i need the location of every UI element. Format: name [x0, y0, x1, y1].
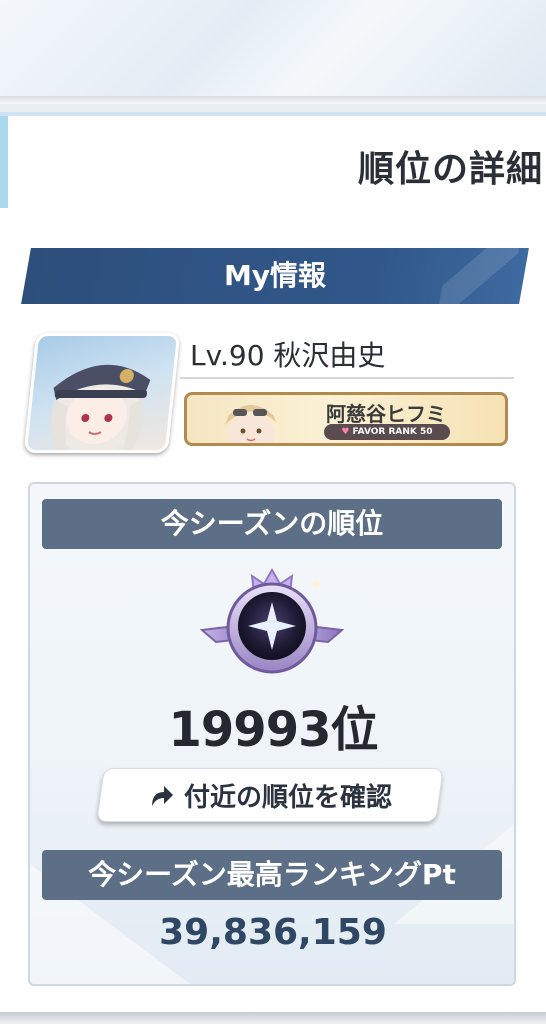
season-best-points-value: 39,836,159 [159, 912, 387, 953]
divider [0, 96, 546, 104]
season-best-points-header: 今シーズン最高ランキングPt [42, 850, 502, 900]
rank-value: 19993位 [168, 702, 379, 758]
page-title: 順位の詳細 [358, 149, 544, 190]
favor-rank-text: FAVOR RANK 50 [352, 427, 433, 437]
check-nearby-rank-button[interactable] [96, 768, 444, 822]
my-info-header: My情報 [223, 259, 327, 292]
avatar-icon[interactable] [23, 333, 181, 453]
bottom-divider [0, 1012, 546, 1024]
panel-accent [0, 116, 8, 208]
favor-character-icon [225, 405, 277, 443]
favor-rank-badge: ♥ FAVOR RANK 50 [324, 424, 450, 440]
favor-character-name: 阿慈谷ヒフミ [326, 402, 446, 426]
name-divider [180, 377, 514, 379]
season-rank-header: 今シーズンの順位 [42, 499, 502, 549]
rank-emblem-icon [199, 567, 345, 674]
top-background [0, 0, 546, 100]
player-name: Lv.90 秋沢由史 [190, 339, 386, 372]
heart-icon: ♥ [341, 427, 350, 437]
